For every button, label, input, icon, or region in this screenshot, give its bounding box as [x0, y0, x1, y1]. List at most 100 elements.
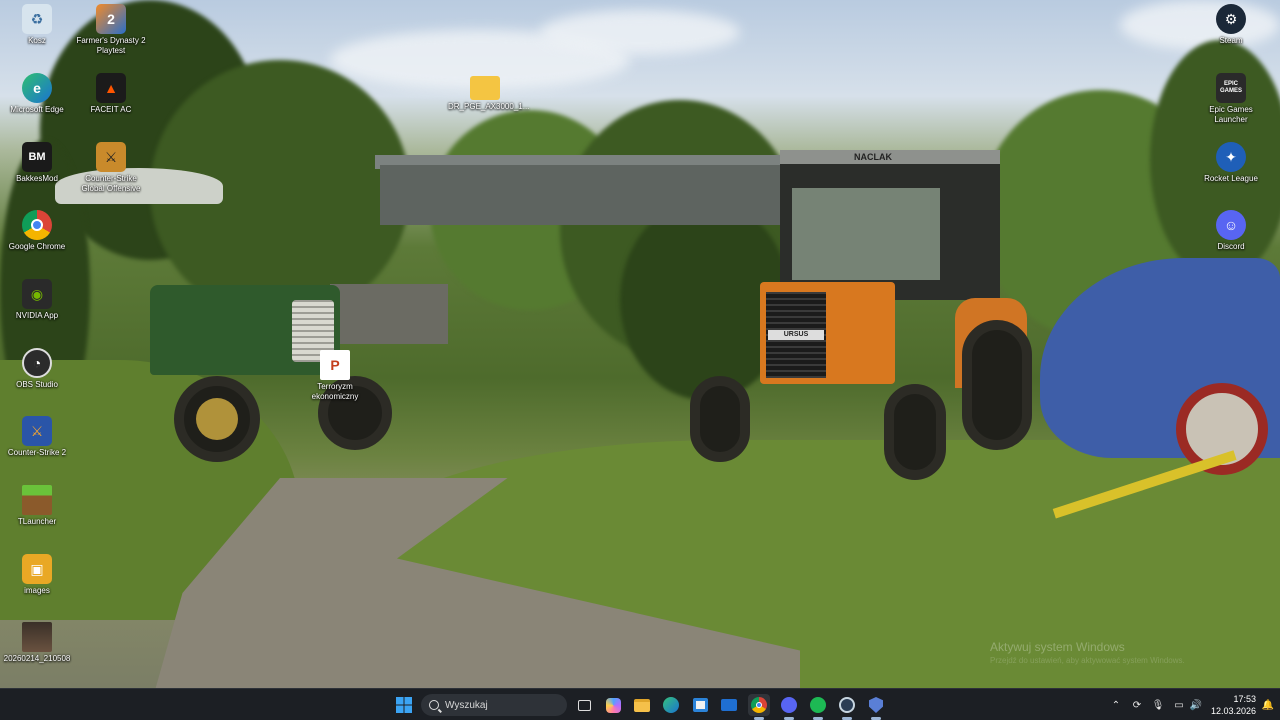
- spotify-icon: [810, 697, 826, 713]
- microphone-icon: 🎙: [1151, 699, 1165, 711]
- photo-icon: [22, 622, 52, 652]
- taskbar-clock[interactable]: 17:53 12.03.2026: [1208, 693, 1256, 717]
- desktop-icon-photo[interactable]: 20260214_210508: [0, 622, 74, 664]
- file-explorer-icon: [634, 698, 650, 712]
- desktop-icon-terroryzm[interactable]: P Terroryzm ekonomiczny: [298, 350, 372, 402]
- mail-icon: [721, 699, 737, 711]
- microsoft-store-button[interactable]: [689, 694, 711, 716]
- desktop-icon-farmers-dynasty[interactable]: 2 Farmer's Dynasty 2 Playtest: [74, 4, 148, 56]
- desktop-wallpaper: NACLAK URSUS Aktywuj system Windows Prze…: [0, 0, 1280, 688]
- faceit-icon: ▲: [96, 73, 126, 103]
- start-button[interactable]: [393, 694, 415, 716]
- obs-icon: ◔: [22, 348, 52, 378]
- desktop-icon-label: DR_PGE_AX3000_1...: [448, 102, 530, 111]
- desktop-icon-label: BakkesMod: [16, 174, 58, 183]
- desktop-icon-label: OBS Studio: [16, 380, 58, 389]
- desktop-icon-chrome[interactable]: Google Chrome: [0, 210, 74, 252]
- chrome-icon: [751, 697, 767, 713]
- copilot-button[interactable]: [602, 694, 624, 716]
- network-button[interactable]: ▭: [1171, 695, 1187, 715]
- volume-button[interactable]: 🔊: [1188, 695, 1204, 715]
- desktop-icon-images[interactable]: ▣ images: [0, 554, 74, 596]
- desktop-icon-csgo[interactable]: ⚔ Counter-Strike Global Offensive: [74, 142, 148, 194]
- folder-image-icon: ▣: [22, 554, 52, 584]
- faceit-icon: [869, 697, 883, 713]
- search-icon: [429, 700, 439, 710]
- mail-button[interactable]: [718, 694, 740, 716]
- sync-icon: ⟳: [1132, 699, 1142, 711]
- desktop-icon-label: Microsoft Edge: [10, 105, 64, 114]
- desktop-icon-label: Farmer's Dynasty 2 Playtest: [76, 36, 146, 55]
- activation-watermark-subtitle: Przejdź do ustawień, aby aktywować syste…: [990, 656, 1185, 665]
- network-icon: ▭: [1174, 699, 1184, 711]
- desktop-icon-obs[interactable]: ◔ OBS Studio: [0, 348, 74, 390]
- steam-icon: ⚙: [1216, 4, 1246, 34]
- desktop-icon-bakkesmod[interactable]: BM BakkesMod: [0, 142, 74, 184]
- folder-icon: [470, 76, 500, 100]
- file-explorer-button[interactable]: [631, 694, 653, 716]
- desktop-icon-steam[interactable]: ⚙ Steam: [1194, 4, 1268, 46]
- edge-taskbar-button[interactable]: [660, 694, 682, 716]
- taskbar: Wyszukaj ⌃ ⟳ 🎙 ▭ 🔊 17:53 12.03.2026 🔔: [0, 688, 1280, 720]
- desktop-icon-label: 20260214_210508: [3, 654, 71, 663]
- desktop-icon-label: FACEIT AC: [90, 105, 132, 114]
- clock-date: 12.03.2026: [1210, 706, 1256, 716]
- desktop-icon-label: Rocket League: [1204, 174, 1258, 183]
- discord-taskbar-button[interactable]: [778, 694, 800, 720]
- desktop-icon-label: Epic Games Launcher: [1209, 105, 1253, 124]
- desktop-icon-label: Discord: [1217, 242, 1245, 251]
- taskbar-search-box[interactable]: Wyszukaj: [421, 694, 567, 716]
- desktop-icon-label: Counter-Strike 2: [7, 448, 67, 457]
- spotify-taskbar-button[interactable]: [807, 694, 829, 720]
- csgo-icon: ⚔: [96, 142, 126, 172]
- edge-icon: [663, 697, 679, 713]
- notifications-button[interactable]: 🔔: [1260, 695, 1276, 715]
- desktop-icon-discord[interactable]: ☺ Discord: [1194, 210, 1268, 252]
- edge-icon: e: [22, 73, 52, 103]
- desktop-icon-label: images: [24, 586, 50, 595]
- powerpoint-icon: P: [320, 350, 350, 380]
- desktop-icon-label: Kosz: [28, 36, 46, 45]
- desktop-icon-label: Google Chrome: [8, 242, 66, 251]
- steam-icon: [839, 697, 855, 713]
- desktop-icon-tlauncher[interactable]: TLauncher: [0, 485, 74, 527]
- task-view-button[interactable]: [573, 694, 595, 716]
- microphone-button[interactable]: 🎙: [1150, 695, 1166, 715]
- notification-bell-icon: 🔔: [1261, 699, 1275, 711]
- copilot-icon: [605, 697, 621, 713]
- chrome-taskbar-button[interactable]: [748, 694, 770, 720]
- desktop-icon-rocket-league[interactable]: ✦ Rocket League: [1194, 142, 1268, 184]
- desktop-icon-label: NVIDIA App: [15, 311, 59, 320]
- desktop-icon-faceit[interactable]: ▲ FACEIT AC: [74, 73, 148, 115]
- microsoft-store-icon: [692, 698, 708, 712]
- tractor-badge-text: NACLAK: [854, 152, 892, 162]
- recycle-bin-icon: ♻: [22, 4, 52, 34]
- clock-time: 17:53: [1233, 694, 1256, 704]
- desktop-icon-recycle-bin[interactable]: ♻ Kosz: [0, 4, 74, 46]
- rocket-league-icon: ✦: [1216, 142, 1246, 172]
- nvidia-icon: ◉: [22, 279, 52, 309]
- epic-games-icon: EPIC GAMES: [1216, 73, 1246, 103]
- show-hidden-icons-button[interactable]: ⌃: [1108, 695, 1124, 715]
- desktop-icon-epic-games[interactable]: EPIC GAMES Epic Games Launcher: [1194, 73, 1268, 125]
- desktop-icon-nvidia-app[interactable]: ◉ NVIDIA App: [0, 279, 74, 321]
- start-icon: [396, 697, 412, 713]
- chevron-up-icon: ⌃: [1111, 699, 1121, 711]
- desktop-icon-cs2[interactable]: ⚔ Counter-Strike 2: [0, 416, 74, 458]
- farmers-dynasty-icon: 2: [96, 4, 126, 34]
- cs2-icon: ⚔: [22, 416, 52, 446]
- discord-icon: ☺: [1216, 210, 1246, 240]
- tray-sync-button[interactable]: ⟳: [1129, 695, 1145, 715]
- speaker-icon: 🔊: [1189, 699, 1203, 711]
- grille-label: URSUS: [768, 330, 824, 340]
- desktop-icon-folder-dr-pge[interactable]: DR_PGE_AX3000_1...: [448, 76, 530, 112]
- desktop-icon-label: Steam: [1219, 36, 1243, 45]
- desktop-icon-label: Terroryzm ekonomiczny: [311, 382, 359, 401]
- desktop-icon-label: TLauncher: [17, 517, 57, 526]
- discord-icon: [781, 697, 797, 713]
- chrome-icon: [22, 210, 52, 240]
- desktop-icon-label: Counter-Strike Global Offensive: [81, 174, 141, 193]
- steam-taskbar-button[interactable]: [836, 694, 858, 720]
- faceit-taskbar-button[interactable]: [865, 694, 887, 720]
- desktop-icon-edge[interactable]: e Microsoft Edge: [0, 73, 74, 115]
